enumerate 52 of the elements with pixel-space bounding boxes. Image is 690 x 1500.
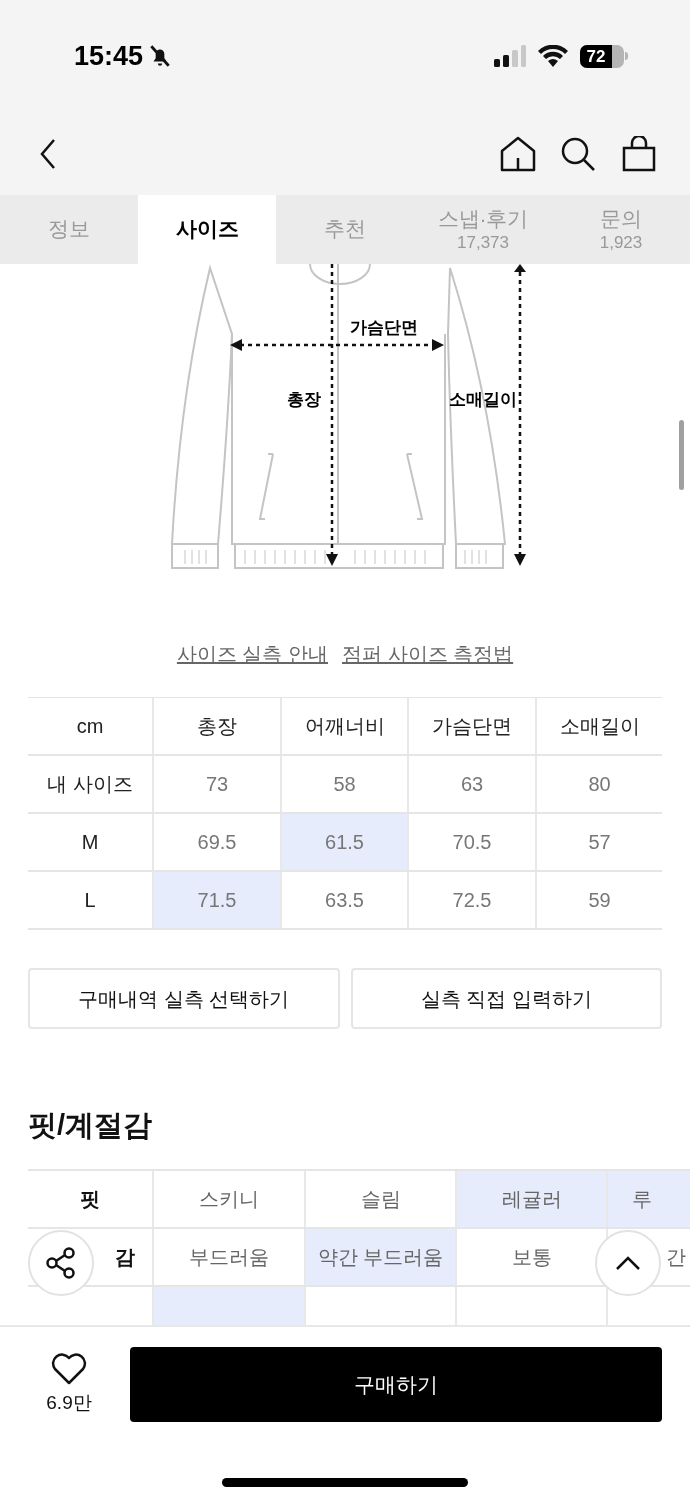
signal-icon — [494, 45, 526, 67]
column-header: 소매길이 — [559, 714, 640, 739]
length-label: 총장 — [287, 389, 321, 411]
home-button[interactable] — [500, 135, 536, 172]
table-cell: 63 — [407, 756, 535, 812]
chevron-up-icon — [615, 1255, 641, 1271]
bag-button[interactable] — [622, 135, 656, 172]
scrollbar — [679, 420, 684, 490]
column-header: 가슴단면 — [432, 714, 512, 739]
section-title: 핏/계절감 — [28, 1111, 154, 1140]
search-button[interactable] — [560, 135, 596, 172]
back-icon — [38, 137, 58, 170]
table-cell: 59 — [535, 872, 662, 928]
unit-header: cm — [76, 714, 104, 739]
sleeve-label: 소매길이 — [449, 389, 517, 411]
row-label: 감 — [115, 1245, 135, 1270]
row-label: 내 사이즈 — [47, 772, 133, 797]
status-time: 15:45 — [74, 39, 144, 73]
search-icon — [560, 135, 596, 172]
heart-icon — [51, 1352, 87, 1385]
home-icon — [500, 135, 536, 172]
share-icon — [45, 1247, 77, 1279]
column-header: 어깨너비 — [304, 714, 385, 739]
table-cell: 스키니 — [152, 1171, 304, 1227]
wifi-icon — [538, 45, 568, 67]
buy-button[interactable]: 구매하기 — [130, 1347, 662, 1422]
table-cell: 레귤러 — [455, 1171, 606, 1227]
row-label: L — [84, 888, 96, 913]
table-cell: 루 — [606, 1171, 690, 1227]
bag-icon — [622, 135, 656, 172]
table-cell: 57 — [535, 814, 662, 870]
table-cell: 61.5 — [280, 814, 407, 870]
table-cell: 73 — [152, 756, 280, 812]
row-label: M — [81, 830, 99, 855]
action-button[interactable]: 구매내역 실측 선택하기 — [28, 968, 340, 1029]
guide-link[interactable]: 사이즈 실측 안내 — [176, 639, 328, 671]
row-label: 핏 — [80, 1187, 100, 1212]
table-cell: 63.5 — [280, 872, 407, 928]
back-button[interactable] — [38, 137, 58, 170]
table-cell: 80 — [535, 756, 662, 812]
column-header: 총장 — [197, 714, 237, 739]
table-cell: 70.5 — [407, 814, 535, 870]
battery-level: 72 — [586, 47, 606, 65]
chest-label: 가슴단면 — [350, 317, 418, 339]
tab[interactable]: 사이즈 — [138, 195, 276, 264]
table-cell: 71.5 — [152, 872, 280, 928]
like-button[interactable]: 6.9만 — [30, 1349, 108, 1421]
guide-link[interactable]: 점퍼 사이즈 측정법 — [342, 639, 514, 671]
table-cell: 72.5 — [407, 872, 535, 928]
action-button[interactable]: 실측 직접 입력하기 — [350, 968, 662, 1029]
table-cell: 58 — [280, 756, 407, 812]
table-cell: 약간 부드러움 — [304, 1229, 455, 1285]
